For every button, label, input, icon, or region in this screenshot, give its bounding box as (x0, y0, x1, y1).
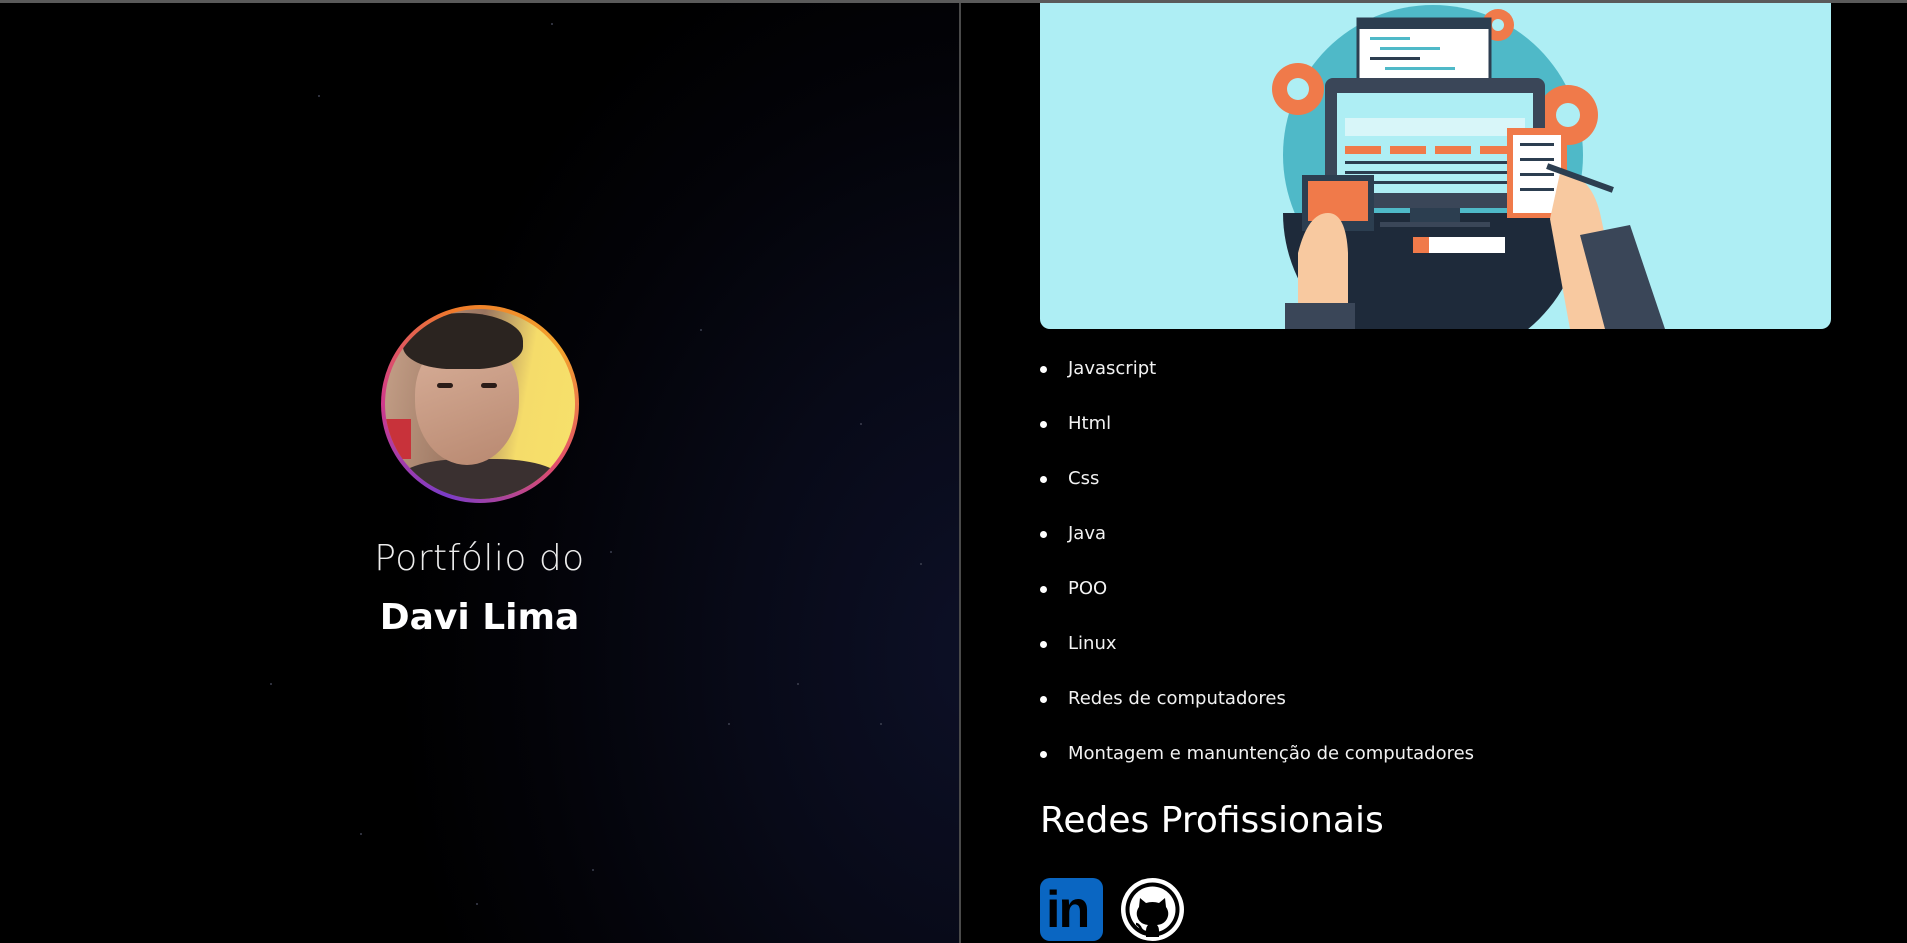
list-item: Javascript (1040, 350, 1840, 405)
owner-name: Davi Lima (379, 597, 580, 638)
list-item: Redes de computadores (1040, 680, 1840, 735)
github-link[interactable] (1121, 878, 1184, 941)
avatar (381, 305, 579, 503)
list-item: POO (1040, 570, 1840, 625)
profile-photo (385, 309, 575, 499)
list-item: Linux (1040, 625, 1840, 680)
list-item: Html (1040, 405, 1840, 460)
list-item: Java (1040, 515, 1840, 570)
profile-panel: Portfólio do Davi Lima (0, 3, 959, 943)
web-development-illustration (1272, 5, 1665, 329)
portfolio-subtitle: Portfólio do (374, 538, 585, 579)
linkedin-icon: in (1046, 881, 1090, 939)
github-icon (1125, 882, 1180, 937)
hero-illustration (1040, 3, 1831, 329)
list-item: Css (1040, 460, 1840, 515)
panel-divider (959, 3, 961, 943)
social-links: in (1040, 878, 1184, 941)
linkedin-link[interactable]: in (1040, 878, 1103, 941)
social-section-title: Redes Profissionais (1040, 800, 1384, 841)
skills-list: Javascript Html Css Java POO Linux Redes… (1040, 350, 1840, 790)
list-item: Montagem e manuntenção de computadores (1040, 735, 1840, 790)
